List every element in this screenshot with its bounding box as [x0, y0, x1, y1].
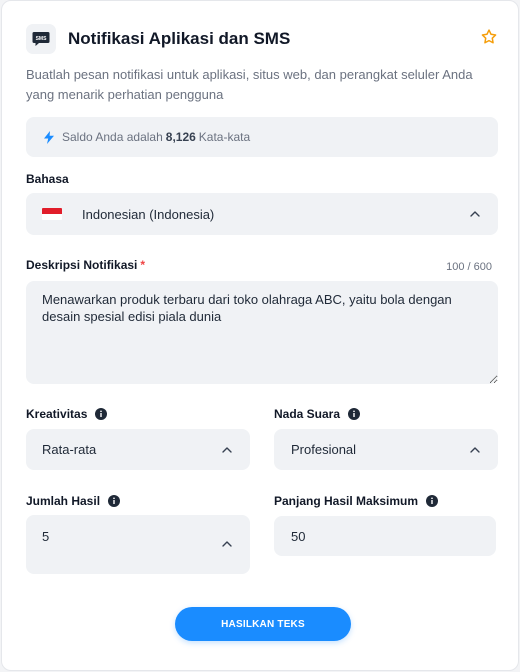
balance-suffix: Kata-kata: [198, 130, 251, 144]
info-icon[interactable]: [348, 408, 361, 420]
info-icon[interactable]: [108, 495, 121, 507]
balance-amount: 8,126: [165, 130, 196, 144]
sms-app-icon: SMS: [26, 24, 56, 54]
chevron-up-icon: [222, 541, 232, 547]
creativity-value: Rata-rata: [42, 442, 97, 457]
star-icon[interactable]: [480, 28, 498, 46]
tone-label-text: Nada Suara: [274, 407, 341, 421]
description-label-text: Deskripsi Notifikasi: [26, 258, 138, 272]
header: SMS Notifikasi Aplikasi dan SMS: [26, 23, 498, 55]
description-textarea[interactable]: Menawarkan produk terbaru dari toko olah…: [26, 281, 498, 384]
max-length-label: Panjang Hasil Maksimum: [274, 494, 439, 508]
balance-prefix: Saldo Anda adalah: [62, 130, 163, 144]
character-counter: 100 / 600: [446, 261, 492, 273]
generate-text-button[interactable]: HASILKAN TEKS: [175, 607, 351, 641]
language-select[interactable]: Indonesian (Indonesia): [26, 193, 498, 235]
language-label-text: Bahasa: [26, 172, 69, 186]
required-mark: *: [140, 258, 146, 272]
tone-label: Nada Suara: [274, 407, 361, 421]
notification-generator-card: SMS Notifikasi Aplikasi dan SMS Buatlah …: [1, 0, 519, 671]
page-subtitle: Buatlah pesan notifikasi untuk aplikasi,…: [26, 67, 473, 102]
lightning-icon: [44, 130, 54, 144]
result-count-label: Jumlah Hasil: [26, 494, 121, 508]
language-value: Indonesian (Indonesia): [82, 206, 215, 222]
description-label: Deskripsi Notifikasi *: [26, 258, 145, 272]
creativity-label: Kreativitas: [26, 407, 108, 421]
creativity-label-text: Kreativitas: [26, 407, 88, 421]
chevron-up-icon: [470, 211, 480, 217]
info-icon[interactable]: [95, 408, 108, 420]
creativity-select[interactable]: Rata-rata: [26, 429, 250, 470]
result-count-select[interactable]: 5: [26, 515, 250, 574]
max-length-label-text: Panjang Hasil Maksimum: [274, 494, 419, 508]
language-label: Bahasa: [26, 172, 69, 186]
balance-banner: Saldo Anda adalah 8,126 Kata-kata: [26, 117, 498, 157]
info-icon[interactable]: [426, 495, 439, 507]
max-length-input[interactable]: [274, 516, 496, 556]
tone-value: Profesional: [291, 442, 357, 457]
page-title: Notifikasi Aplikasi dan SMS: [68, 29, 291, 48]
indonesia-flag-icon: [42, 208, 62, 220]
tone-select[interactable]: Profesional: [274, 429, 498, 470]
result-count-value: 5: [42, 529, 50, 544]
chevron-up-icon: [222, 446, 232, 453]
sms-icon-text: SMS: [36, 36, 48, 42]
chevron-up-icon: [470, 446, 480, 453]
result-count-label-text: Jumlah Hasil: [26, 494, 101, 508]
